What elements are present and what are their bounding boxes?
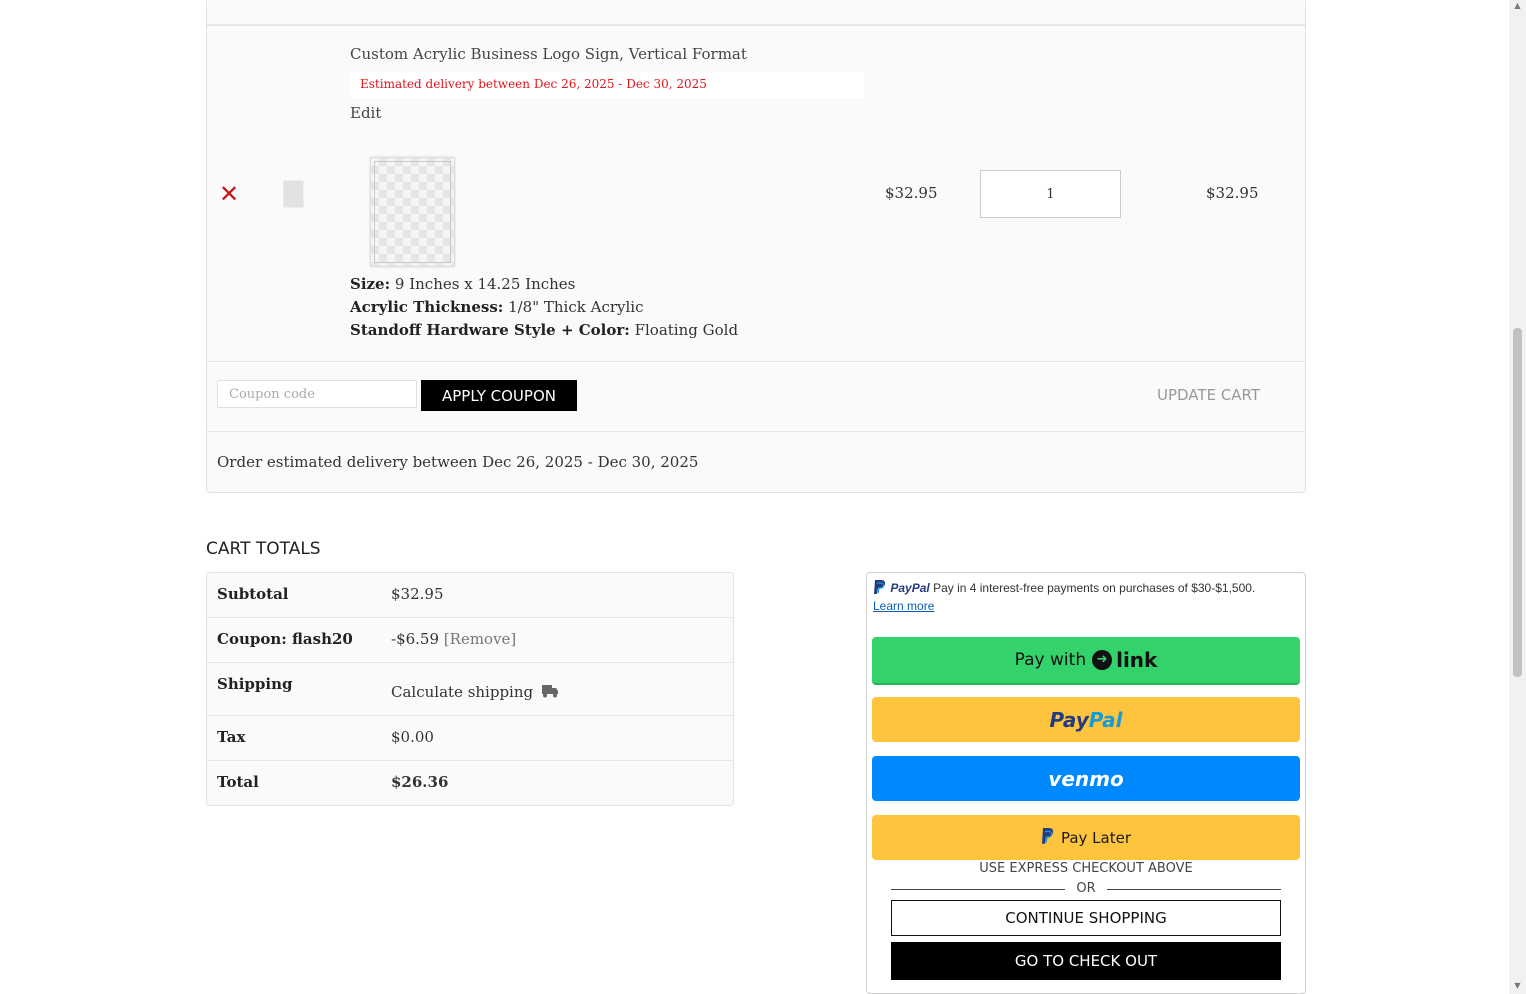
paypal-button[interactable]: Pay Pal (872, 697, 1300, 742)
attribute-label: Size: (350, 275, 391, 293)
truck-icon (541, 684, 559, 698)
paypal-pay-text: Pay (1049, 707, 1089, 732)
pay-later-label: Pay Later (1060, 828, 1132, 847)
paypal-pal-text: Pal (1088, 707, 1123, 732)
cart-item-row: ✕ Custom Acrylic Business Logo Sign, Ver… (207, 26, 1305, 362)
attribute-value: Floating Gold (629, 321, 739, 339)
attribute-hardware: Standoff Hardware Style + Color: Floatin… (350, 321, 738, 339)
item-delivery-estimate: Estimated delivery between Dec 26, 2025 … (350, 72, 864, 98)
paypal-pay-in-4-message: PayPal Pay in 4 interest-free payments o… (873, 579, 1255, 598)
attribute-thickness: Acrylic Thickness: 1/8" Thick Acrylic (350, 298, 643, 316)
row-label: Subtotal (217, 585, 289, 603)
venmo-logo-text: venmo (1048, 766, 1124, 791)
paypal-pay-later-button[interactable]: Pay Later (872, 815, 1300, 860)
cart-table: ✕ Custom Acrylic Business Logo Sign, Ver… (206, 0, 1306, 493)
row-value: -$6.59 [Remove] (391, 630, 516, 648)
item-subtotal: $32.95 (1206, 184, 1259, 202)
cart-totals-title: CART TOTALS (206, 539, 321, 559)
attribute-value: 1/8" Thick Acrylic (503, 298, 644, 316)
item-price: $32.95 (885, 184, 938, 202)
attribute-label: Standoff Hardware Style + Color: (350, 321, 630, 339)
scrollbar-thumb[interactable] (1513, 328, 1522, 677)
total-row: Total $26.36 (207, 761, 733, 806)
row-value: $32.95 (391, 585, 444, 603)
paypal-brand-text: PayPal (890, 581, 930, 595)
attribute-value: 9 Inches x 14.25 Inches (390, 275, 576, 293)
product-name[interactable]: Custom Acrylic Business Logo Sign, Verti… (350, 45, 747, 63)
venmo-button[interactable]: venmo (872, 756, 1300, 801)
calculate-shipping-link[interactable]: Calculate shipping (391, 683, 559, 701)
coupon-row: APPLY COUPON UPDATE CART (207, 362, 1305, 432)
tax-row: Tax $0.00 (207, 716, 733, 761)
or-divider: OR (891, 881, 1281, 899)
paypal-logo-icon (873, 579, 887, 598)
quantity-input[interactable] (980, 170, 1121, 218)
go-to-checkout-button[interactable]: GO TO CHECK OUT (891, 942, 1281, 980)
row-label: Coupon: flash20 (217, 630, 353, 648)
scroll-up-arrow-icon[interactable]: ▲ (1513, 2, 1522, 10)
scroll-down-arrow-icon[interactable]: ▼ (1513, 982, 1522, 990)
coupon-row-total: Coupon: flash20 -$6.59 [Remove] (207, 618, 733, 663)
link-arrow-icon: ➜ (1092, 650, 1113, 670)
link-prefix: Pay with (1014, 650, 1087, 670)
paypal-p-icon (1041, 827, 1055, 849)
coupon-code-input[interactable] (217, 380, 417, 408)
row-value: $0.00 (391, 728, 434, 746)
calculate-shipping-label: Calculate shipping (391, 683, 534, 701)
subtotal-row: Subtotal $32.95 (207, 573, 733, 618)
cart-table-header (207, 0, 1305, 26)
attribute-size: Size: 9 Inches x 14.25 Inches (350, 275, 575, 293)
paypal-message-text: Pay in 4 interest-free payments on purch… (933, 581, 1256, 595)
remove-item-icon[interactable]: ✕ (219, 182, 239, 206)
remove-coupon-link[interactable]: [Remove] (444, 630, 516, 648)
product-thumbnail[interactable] (283, 180, 304, 208)
row-label: Shipping (217, 675, 293, 693)
pay-with-link-button[interactable]: Pay with ➜ link (872, 637, 1300, 685)
product-image (370, 157, 455, 267)
coupon-discount-value: -$6.59 (391, 630, 440, 648)
cart-totals-table: Subtotal $32.95 Coupon: flash20 -$6.59 [… (206, 572, 734, 806)
row-label: Total (217, 773, 259, 791)
shipping-row: Shipping Calculate shipping (207, 663, 733, 716)
link-logo-text: link (1116, 648, 1158, 672)
continue-shopping-button[interactable]: CONTINUE SHOPPING (891, 900, 1281, 936)
express-checkout-panel: PayPal Pay in 4 interest-free payments o… (866, 572, 1306, 994)
order-delivery-estimate: Order estimated delivery between Dec 26,… (217, 453, 699, 471)
express-checkout-note: USE EXPRESS CHECKOUT ABOVE (979, 861, 1193, 876)
edit-item-link[interactable]: Edit (350, 104, 381, 122)
apply-coupon-button[interactable]: APPLY COUPON (421, 380, 577, 411)
attribute-label: Acrylic Thickness: (350, 298, 504, 316)
or-label: OR (1076, 881, 1096, 896)
row-label: Tax (217, 728, 246, 746)
order-total-value: $26.36 (391, 773, 449, 791)
update-cart-button[interactable]: UPDATE CART (1157, 386, 1260, 404)
learn-more-link[interactable]: Learn more (873, 599, 934, 613)
